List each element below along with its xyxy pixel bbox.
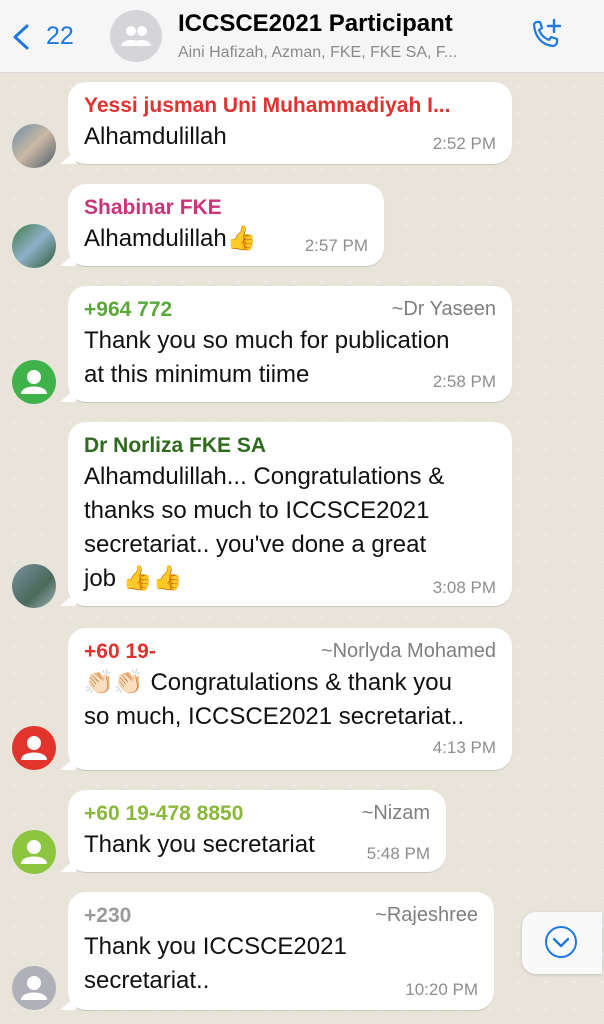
message-bubble[interactable]: +230 ~Rajeshree Thank you ICCSCE2021 sec… — [60, 892, 494, 1010]
chat-header: 22 ICCSCE2021 Participant Aini Hafizah, … — [0, 0, 604, 73]
sender-alias: ~Rajeshree — [375, 904, 478, 926]
back-button[interactable]: 22 — [10, 20, 80, 52]
chat-title[interactable]: ICCSCE2021 Participant — [178, 10, 453, 38]
sender-alias: ~Norlyda Mohamed — [320, 640, 496, 662]
thumbs-up-icon: 👍👍 — [122, 565, 183, 592]
sender-alias: ~Dr Yaseen — [391, 298, 496, 320]
chat-subtitle[interactable]: Aini Hafizah, Azman, FKE, FKE SA, F... — [178, 44, 457, 62]
message-text: job 👍👍 — [84, 562, 182, 596]
message-bubble[interactable]: +60 19-478 8850 ~Nizam Thank you secreta… — [60, 790, 446, 872]
sender-avatar[interactable] — [12, 124, 56, 168]
message-text: Alhamdulillah — [84, 123, 227, 150]
unread-count: 22 — [46, 22, 74, 50]
sender-avatar[interactable] — [12, 224, 56, 268]
message-time: 10:20 PM — [405, 980, 478, 999]
message-text-line: job — [84, 565, 117, 592]
thumbs-up-icon: 👍 — [226, 225, 257, 252]
scroll-to-bottom-button[interactable] — [522, 912, 602, 974]
message-text-line: Congratulations & thank you — [150, 669, 452, 696]
message-text-line: at this minimum tiime — [84, 361, 310, 388]
sender-phone[interactable]: +60 19- — [84, 640, 156, 664]
message-bubble[interactable]: +60 19- ~Norlyda Mohamed 👏🏻👏🏻 Congratula… — [60, 628, 512, 770]
sender-name[interactable]: Yessi jusman Uni Muhammadiyah I... — [84, 94, 450, 118]
message-time: 5:48 PM — [366, 844, 430, 863]
message-bubble[interactable]: Dr Norliza FKE SA Alhamdulillah... Congr… — [60, 422, 512, 606]
message-bubble[interactable]: Yessi jusman Uni Muhammadiyah I... Alham… — [60, 82, 512, 164]
default-avatar-icon[interactable] — [12, 966, 56, 1010]
message-bubble[interactable]: +964 772 ~Dr Yaseen Thank you so much fo… — [60, 286, 512, 402]
message-text: 👏🏻👏🏻 Congratulations & thank you — [84, 666, 452, 700]
default-avatar-icon[interactable] — [12, 360, 56, 404]
message-text-line: Alhamdulillah... Congratulations & — [84, 463, 445, 490]
sender-phone[interactable]: +230 — [84, 904, 131, 928]
clapping-hands-icon: 👏🏻👏🏻 — [84, 669, 144, 696]
message-text-line: Thank you secretariat — [84, 831, 315, 858]
message-time: 2:52 PM — [432, 134, 496, 153]
sender-name[interactable]: Dr Norliza FKE SA — [84, 434, 266, 458]
default-avatar-icon[interactable] — [12, 830, 56, 874]
message-time: 2:57 PM — [304, 236, 368, 255]
phone-plus-icon — [532, 18, 562, 48]
message-bubble[interactable]: Shabinar FKE Alhamdulillah👍 2:57 PM — [60, 184, 384, 266]
message-text: Alhamdulillah👍 — [84, 222, 257, 256]
group-avatar[interactable] — [110, 10, 162, 62]
add-call-button[interactable] — [526, 16, 566, 56]
group-icon — [121, 26, 151, 46]
message-text-line: secretariat.. — [84, 967, 210, 994]
message-text-line: secretariat.. you've done a great — [84, 531, 427, 558]
chevron-left-icon — [13, 24, 29, 50]
message-text-line: Thank you ICCSCE2021 — [84, 933, 347, 960]
message-time: 2:58 PM — [432, 372, 496, 391]
chevron-down-circle-icon — [545, 926, 577, 958]
default-avatar-icon[interactable] — [12, 726, 56, 770]
sender-alias: ~Nizam — [361, 802, 430, 824]
sender-name[interactable]: Shabinar FKE — [84, 196, 222, 220]
message-text-line: Alhamdulillah — [84, 225, 227, 252]
sender-phone[interactable]: +60 19-478 8850 — [84, 802, 243, 826]
message-text-line: Thank you so much for publication — [84, 327, 450, 354]
sender-phone[interactable]: +964 772 — [84, 298, 172, 322]
message-text-line: so much, ICCSCE2021 secretariat.. — [84, 703, 465, 730]
sender-avatar[interactable] — [12, 564, 56, 608]
message-time: 3:08 PM — [432, 578, 496, 597]
message-text-line: thanks so much to ICCSCE2021 — [84, 497, 430, 524]
message-time: 4:13 PM — [432, 738, 496, 757]
